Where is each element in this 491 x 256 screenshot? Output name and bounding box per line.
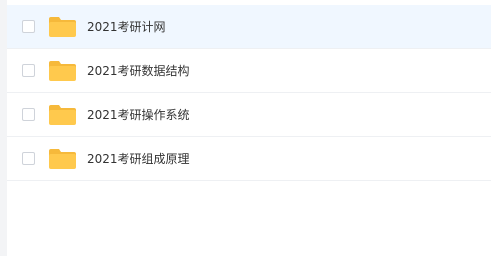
checkbox-icon[interactable] (22, 20, 35, 33)
list-item[interactable]: 2021考研数据结构 (7, 49, 491, 93)
list-item[interactable]: 2021考研计网 (7, 5, 491, 49)
list-item[interactable]: 2021考研操作系统 (7, 93, 491, 137)
left-edge-panel (0, 0, 7, 256)
folder-icon (49, 16, 76, 37)
folder-icon (49, 148, 76, 169)
list-item[interactable]: 2021考研组成原理 (7, 137, 491, 181)
checkbox-icon[interactable] (22, 108, 35, 121)
file-name[interactable]: 2021考研操作系统 (87, 106, 190, 123)
file-name[interactable]: 2021考研数据结构 (87, 62, 190, 79)
folder-icon (49, 60, 76, 81)
folder-icon (49, 104, 76, 125)
file-name[interactable]: 2021考研组成原理 (87, 150, 190, 167)
file-name[interactable]: 2021考研计网 (87, 18, 166, 35)
checkbox-icon[interactable] (22, 64, 35, 77)
checkbox-icon[interactable] (22, 152, 35, 165)
file-list: 2021考研计网 2021考研数据结构 2021考研操作系统 2021考研组成原… (7, 5, 491, 181)
file-browser: 2021考研计网 2021考研数据结构 2021考研操作系统 2021考研组成原… (0, 0, 491, 256)
